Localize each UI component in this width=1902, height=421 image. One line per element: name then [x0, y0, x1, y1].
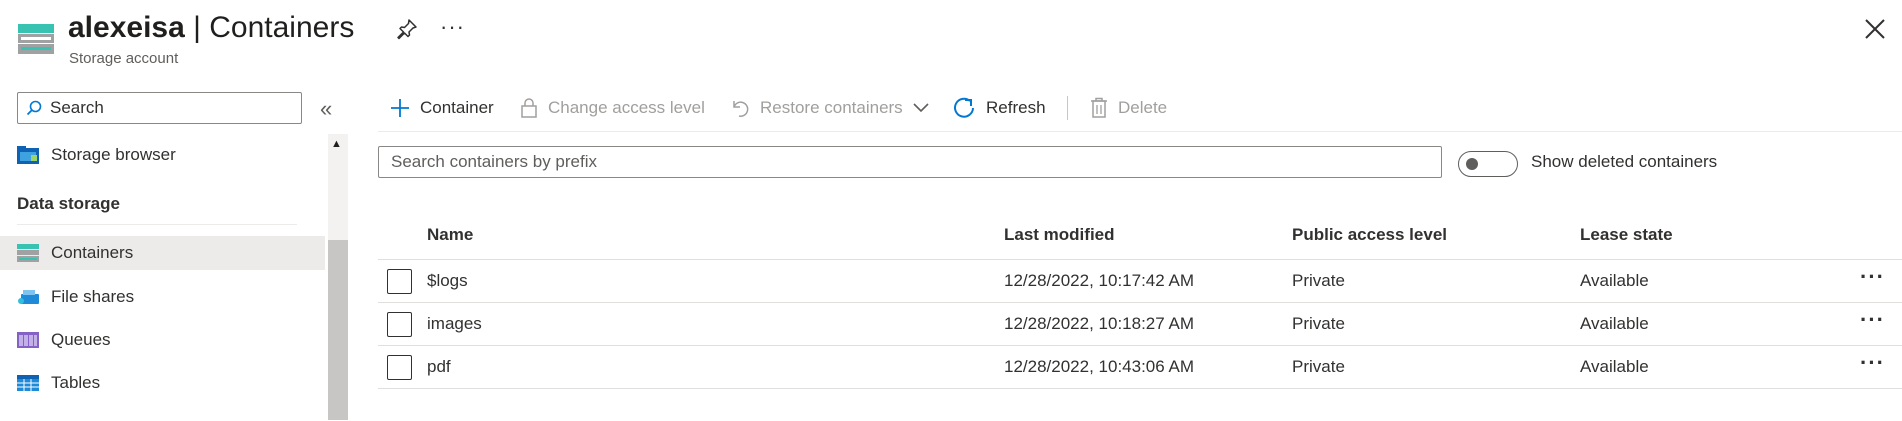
page-name: Containers	[209, 11, 355, 44]
table-row[interactable]: $logs 12/28/2022, 10:17:42 AM Private Av…	[378, 260, 1902, 303]
show-deleted-label: Show deleted containers	[1531, 152, 1718, 171]
page-title: alexeisa | Containers	[68, 8, 354, 48]
tables-icon	[17, 374, 39, 392]
close-icon[interactable]	[1862, 16, 1888, 42]
row-checkbox[interactable]	[387, 269, 412, 294]
public-access-level: Private	[1292, 314, 1345, 333]
toggle-knob	[1466, 158, 1478, 170]
row-more-icon[interactable]: ···	[1860, 350, 1885, 376]
container-name[interactable]: pdf	[427, 357, 451, 377]
last-modified: 12/28/2022, 10:18:27 AM	[1004, 314, 1194, 333]
search-icon	[26, 100, 42, 116]
change-access-level-label: Change access level	[548, 98, 705, 117]
refresh-button[interactable]: Refresh	[952, 96, 1046, 120]
public-access-level: Private	[1292, 357, 1345, 376]
sidebar-item-containers[interactable]: Containers	[0, 236, 325, 270]
last-modified: 12/28/2022, 10:43:06 AM	[1004, 357, 1194, 376]
storage-browser-icon	[17, 146, 39, 164]
change-access-level-button[interactable]: Change access level	[520, 96, 705, 120]
delete-label: Delete	[1118, 98, 1168, 117]
lease-state: Available	[1580, 271, 1649, 290]
row-more-icon[interactable]: ···	[1860, 264, 1885, 290]
sidebar-item-tables[interactable]: Tables	[0, 366, 325, 400]
undo-icon	[730, 98, 750, 118]
row-divider	[378, 388, 1902, 389]
column-header-last-modified[interactable]: Last modified	[1004, 225, 1115, 245]
add-container-label: Container	[420, 98, 494, 117]
sidebar-item-label: Containers	[51, 243, 134, 262]
container-name[interactable]: $logs	[427, 271, 468, 291]
divider	[17, 224, 297, 225]
show-deleted-toggle[interactable]	[1458, 151, 1518, 177]
sidebar-search-input[interactable]	[48, 97, 288, 119]
table-row[interactable]: images 12/28/2022, 10:18:27 AM Private A…	[378, 303, 1902, 346]
pin-icon[interactable]	[396, 18, 418, 40]
sidebar-item-label: Storage browser	[51, 145, 176, 164]
column-header-name[interactable]: Name	[427, 225, 473, 245]
last-modified: 12/28/2022, 10:17:42 AM	[1004, 271, 1194, 290]
scroll-up-icon[interactable]: ▲	[331, 138, 342, 150]
queues-icon	[17, 331, 39, 349]
toolbar-divider	[378, 131, 1902, 132]
plus-icon	[390, 98, 410, 118]
sidebar-item-label: Tables	[51, 373, 101, 392]
account-name: alexeisa	[68, 11, 185, 44]
column-header-lease-state[interactable]: Lease state	[1580, 225, 1673, 245]
lock-icon	[520, 97, 538, 119]
sidebar-search[interactable]	[17, 92, 302, 124]
sidebar-scrollbar-thumb[interactable]	[328, 240, 348, 420]
page-subtitle: Storage account	[69, 50, 179, 67]
row-more-icon[interactable]: ···	[1860, 307, 1885, 333]
container-search[interactable]	[378, 146, 1442, 178]
more-options-icon[interactable]: ···	[440, 14, 465, 40]
section-label-data-storage: Data storage	[17, 194, 120, 213]
lease-state: Available	[1580, 314, 1649, 333]
sidebar-item-label: File shares	[51, 287, 135, 306]
restore-containers-button[interactable]: Restore containers	[730, 96, 929, 120]
table-row[interactable]: pdf 12/28/2022, 10:43:06 AM Private Avai…	[378, 346, 1902, 389]
trash-icon	[1090, 97, 1108, 119]
delete-button[interactable]: Delete	[1090, 96, 1167, 120]
file-shares-icon	[17, 288, 39, 306]
restore-containers-label: Restore containers	[760, 98, 903, 117]
container-name[interactable]: images	[427, 314, 482, 334]
sidebar-item-label: Queues	[51, 330, 111, 349]
public-access-level: Private	[1292, 271, 1345, 290]
sidebar-item-storage-browser[interactable]: Storage browser	[0, 138, 325, 172]
refresh-label: Refresh	[986, 98, 1046, 117]
collapse-sidebar-icon[interactable]: «	[320, 96, 332, 122]
chevron-down-icon	[913, 103, 929, 113]
add-container-button[interactable]: Container	[390, 96, 494, 120]
toolbar-separator	[1067, 96, 1068, 120]
row-checkbox[interactable]	[387, 355, 412, 380]
sidebar-item-file-shares[interactable]: File shares	[0, 280, 325, 314]
containers-icon	[17, 244, 39, 262]
sidebar-item-queues[interactable]: Queues	[0, 323, 325, 357]
column-header-access-level[interactable]: Public access level	[1292, 225, 1447, 245]
refresh-icon	[952, 96, 976, 120]
title-separator: |	[184, 11, 210, 44]
lease-state: Available	[1580, 357, 1649, 376]
storage-account-icon	[18, 24, 54, 54]
container-search-input[interactable]	[389, 151, 1429, 173]
row-checkbox[interactable]	[387, 312, 412, 337]
